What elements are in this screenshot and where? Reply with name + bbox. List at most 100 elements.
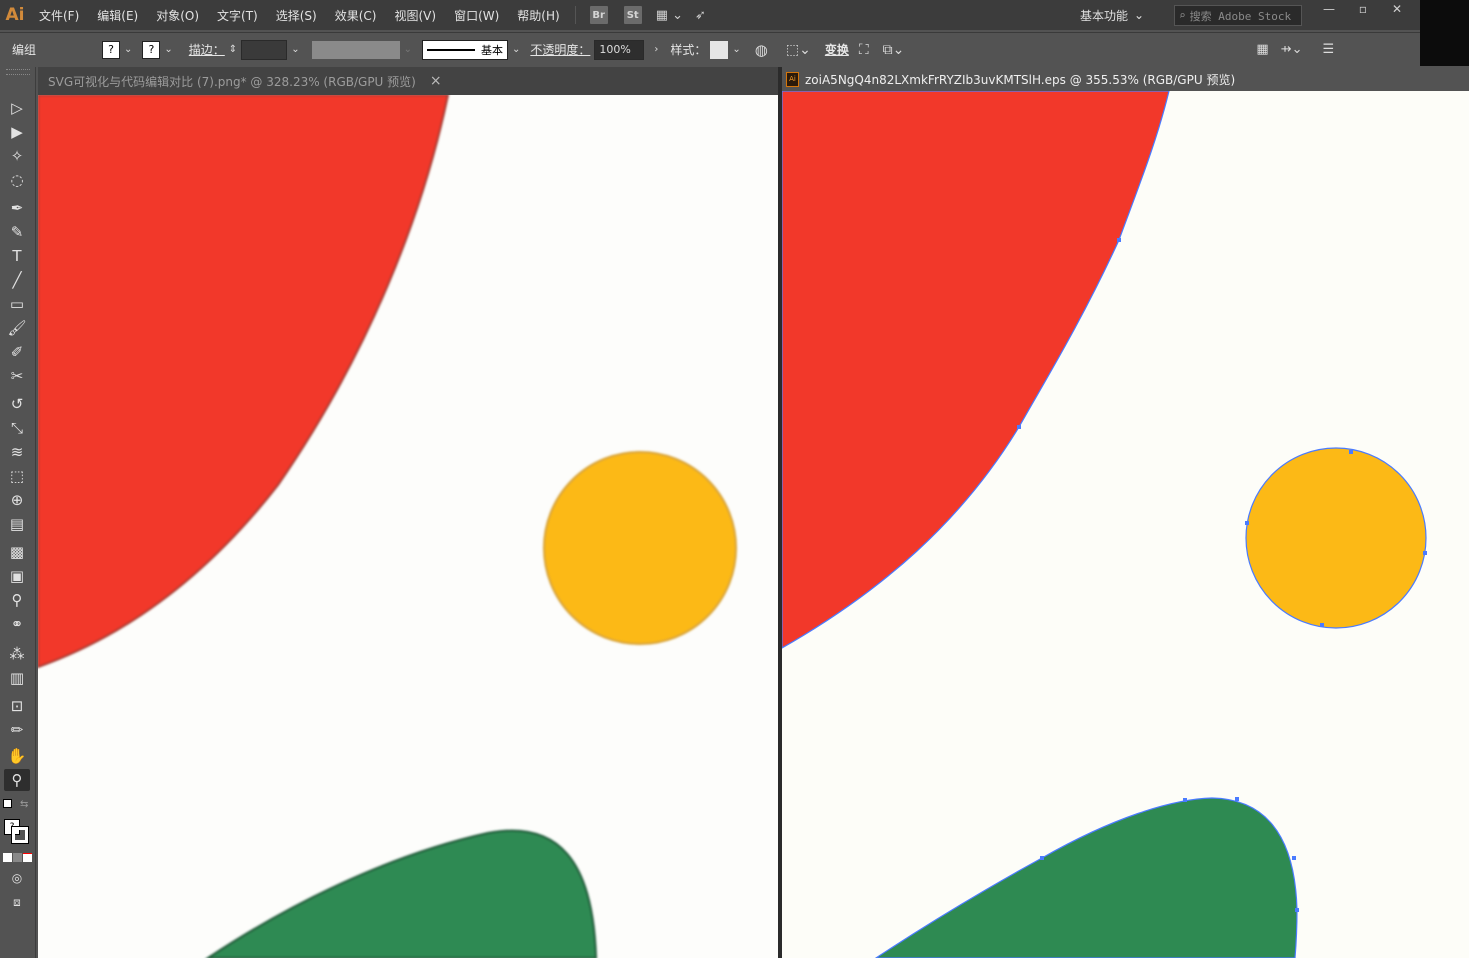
stroke-label[interactable]: 描边： [189,41,225,58]
screen-mode-icon[interactable]: ⧈ [4,891,30,913]
select-similar-icon[interactable]: ⧉⌄ [883,42,905,58]
ai-file-icon: Ai [786,71,799,87]
stepper-icon[interactable]: ⇕ [229,44,237,55]
scale-tool-icon[interactable]: ⤡ [4,417,30,439]
fill-swatch[interactable]: ? [102,40,120,59]
stroke-color-box[interactable] [11,826,29,844]
menu-type[interactable]: 文字(T) [208,7,267,24]
menu-effect[interactable]: 效果(C) [326,7,386,24]
none-mode-icon[interactable] [23,853,32,862]
chevron-down-icon[interactable]: ⌄ [732,44,740,55]
free-transform-tool-icon[interactable]: ⬚ [4,465,30,487]
color-mode-icon[interactable] [3,853,12,862]
isolate-group-icon[interactable]: ⛶ [859,42,869,58]
curvature-tool-icon[interactable]: ✎ [4,221,30,243]
stroke-weight-input[interactable] [241,39,288,60]
close-tab-icon[interactable]: × [430,73,442,89]
magic-wand-tool-icon[interactable]: ✧ [4,145,30,167]
menu-file[interactable]: 文件(F) [30,7,88,24]
canvas-left[interactable] [38,95,778,958]
menu-select[interactable]: 选择(S) [267,7,326,24]
slice-tool-icon[interactable]: ✏ [4,719,30,741]
menu-edit[interactable]: 编辑(E) [88,7,147,24]
artboard-tool-icon[interactable]: ⊡ [4,695,30,717]
eyedropper-tool-icon[interactable]: ⚲ [4,589,30,611]
chevron-right-icon[interactable]: › [654,44,658,55]
warp-tool-icon[interactable]: ≋ [4,441,30,463]
blend-tool-icon[interactable]: ⚭ [4,613,30,635]
document-tab-title: SVG可视化与代码编辑对比 (7).png* @ 328.23% (RGB/GP… [48,74,416,89]
rotate-tool-icon[interactable]: ↺ [4,393,30,415]
menu-view[interactable]: 视图(V) [385,7,445,24]
align-to-selection-icon[interactable]: ⬚⌄ [786,42,811,58]
red-shape[interactable] [782,91,1170,649]
line-tool-icon[interactable]: ╱ [4,269,30,291]
brush-definition[interactable]: 基本 [421,39,508,60]
type-tool-icon[interactable]: T [4,245,30,267]
rectangle-tool-icon[interactable]: ▭ [4,293,30,315]
variable-width-profile[interactable] [311,40,400,59]
workspace-switcher[interactable]: 基本功能 ⌄ [1080,4,1144,26]
pen-tool-icon[interactable]: ✒ [4,197,30,219]
bridge-button[interactable]: Br [589,6,608,24]
close-button[interactable]: ✕ [1380,0,1414,18]
shaper-tool-icon[interactable]: ✐ [4,341,30,363]
search-icon: ⌕ [1179,9,1186,22]
zoom-tool-icon[interactable]: ⚲ [4,769,30,791]
search-stock-field[interactable]: ⌕ 搜索 Adobe Stock [1174,5,1302,26]
chevron-down-icon[interactable]: ⌄ [512,44,520,55]
shape-builder-tool-icon[interactable]: ⊕ [4,489,30,511]
perspective-grid-tool-icon[interactable]: ▤ [4,513,30,535]
symbol-sprayer-tool-icon[interactable]: ⁂ [4,643,30,665]
selection-tool-icon[interactable]: ▷ [4,97,30,119]
screen-edge [1420,0,1469,66]
chevron-down-icon[interactable]: ⌄ [124,44,132,55]
document-setup-icon[interactable]: ⇸⌄ [1281,42,1303,57]
stroke-swatch[interactable]: ? [142,40,161,59]
gradient-tool-icon[interactable]: ▣ [4,565,30,587]
opacity-label[interactable]: 不透明度： [530,41,590,58]
scissors-tool-icon[interactable]: ✂ [4,365,30,387]
minimize-button[interactable]: — [1312,0,1346,18]
recolor-artwork-icon[interactable]: ◍ [755,41,768,59]
lasso-tool-icon[interactable]: ◌ [4,169,30,191]
yellow-circle[interactable] [543,451,737,645]
canvas-right[interactable] [782,91,1469,958]
menu-window[interactable]: 窗口(W) [445,7,508,24]
green-shape[interactable] [874,797,1298,958]
panel-grip[interactable] [6,69,30,75]
gradient-mode-icon[interactable] [13,853,22,862]
transform-label[interactable]: 变换 [825,41,849,58]
chevron-down-icon[interactable]: ⌄ [291,44,299,55]
red-shape[interactable] [38,95,450,669]
arrange-documents-icon[interactable]: ▦ ⌄ [656,8,683,23]
workspace-label: 基本功能 [1080,8,1129,23]
brush-name: 基本 [480,43,503,57]
column-graph-tool-icon[interactable]: ▥ [4,667,30,689]
stock-button[interactable]: St [623,6,642,24]
chevron-down-icon: ⌄ [403,44,412,55]
graphic-style-swatch[interactable] [710,40,729,59]
mesh-tool-icon[interactable]: ▩ [4,541,30,563]
swap-colors-icon[interactable]: ⇆ [20,799,28,810]
menu-help[interactable]: 帮助(H) [508,7,568,24]
brush-stroke-icon [426,48,475,51]
document-tab-right[interactable]: Ai zoiA5NgQ4n82LXmkFrRYZIb3uvKMTSlH.eps … [782,67,1469,91]
arrange-panels-icon[interactable]: ▦ [1256,42,1268,57]
direct-selection-tool-icon[interactable]: ▶ [4,121,30,143]
panel-menu-icon[interactable]: ☰ [1323,42,1335,57]
hand-tool-icon[interactable]: ✋ [4,745,30,767]
yellow-circle[interactable] [1245,447,1427,629]
style-label: 样式： [670,43,707,57]
opacity-input[interactable]: 100% [594,39,645,60]
restore-button[interactable]: ▫ [1346,0,1380,18]
default-colors-icon[interactable] [3,799,12,808]
green-shape[interactable] [206,829,598,958]
menu-object[interactable]: 对象(O) [147,7,208,24]
gpu-performance-icon[interactable]: ➶ [695,8,706,23]
draw-mode-icon[interactable]: ◎ [4,867,30,889]
paintbrush-tool-icon[interactable]: 🖌 [4,317,30,339]
chevron-down-icon[interactable]: ⌄ [164,44,172,55]
document-tab-left[interactable]: SVG可视化与代码编辑对比 (7).png* @ 328.23% (RGB/GP… [38,67,778,95]
document-tab-title: zoiA5NgQ4n82LXmkFrRYZIb3uvKMTSlH.eps @ 3… [805,72,1236,87]
